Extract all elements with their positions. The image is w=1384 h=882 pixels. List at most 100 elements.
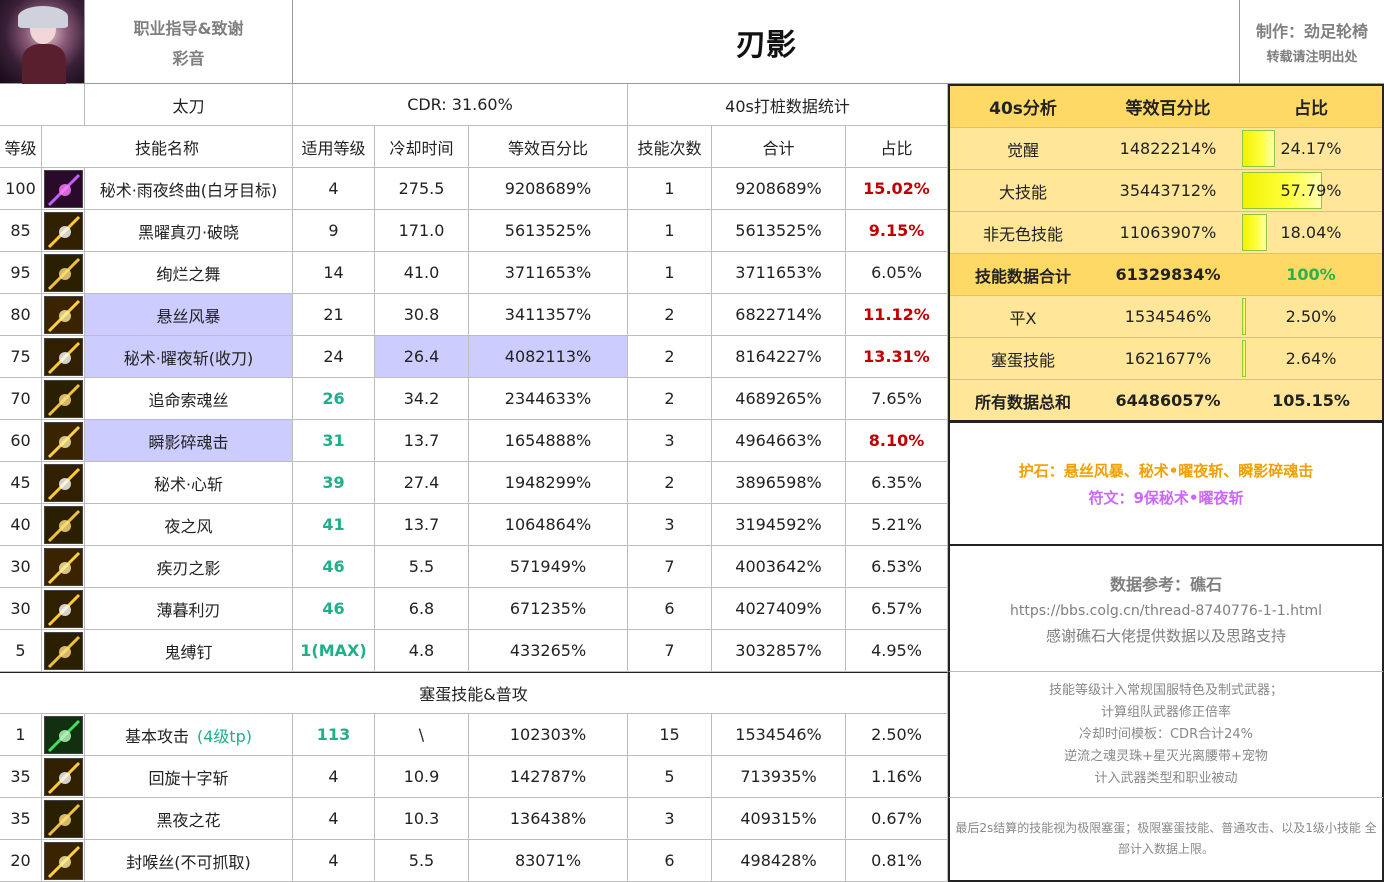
skill-share: 6.35% [846, 462, 948, 504]
dance-icon [44, 254, 83, 292]
skill-applicable-level: 39 [293, 462, 375, 504]
filler-name-text: 封喉丝(不可抓取) [126, 852, 251, 872]
weapon-type: 太刀 [85, 84, 293, 126]
analysis-share-text: 2.50% [1285, 307, 1337, 326]
share-bar [1242, 214, 1267, 251]
filler-name: 回旋十字斩 [85, 756, 293, 798]
analysis-header-value: 等效百分比 [1096, 86, 1240, 128]
filler-cooldown: \ [375, 714, 469, 756]
analysis-label: 觉醒 [950, 128, 1096, 170]
skill-applicable-level: 1(MAX) [293, 630, 375, 672]
analysis-total-share: 100% [1240, 254, 1382, 296]
analysis-header-share-text: 占比 [1294, 99, 1328, 119]
skill-name: 追命索魂丝 [85, 378, 293, 420]
note-line: 计入武器类型和职业被动 [1094, 770, 1238, 786]
skill-total: 8164227% [712, 336, 846, 378]
filler-section-title: 塞蛋技能&普攻 [0, 672, 948, 714]
analysis-share: 57.79% [1240, 170, 1382, 212]
filler-total: 1534546% [712, 714, 846, 756]
analysis-share: 2.64% [1240, 338, 1382, 380]
guide-name: 彩音 [172, 48, 205, 68]
skill-cast-count: 1 [628, 252, 712, 294]
skill-cooldown: 34.2 [375, 378, 469, 420]
skill-level: 100 [0, 168, 42, 210]
skill-equivalent-pct: 4082113% [469, 336, 628, 378]
analysis-value: 14822214% [1096, 128, 1240, 170]
skill-share: 6.57% [846, 588, 948, 630]
share-bar [1242, 340, 1246, 377]
skill-cast-count: 1 [628, 210, 712, 252]
analysis-total-value-text: 61329834% [1115, 265, 1221, 284]
filler-equivalent-pct: 136438% [469, 798, 628, 840]
grand-total-share-text: 105.15% [1272, 391, 1350, 410]
filler-name-text: 黑夜之花 [156, 810, 221, 830]
analysis-value: 11063907% [1096, 212, 1240, 254]
skill-level: 80 [0, 294, 42, 336]
filler-equivalent-pct: 142787% [469, 756, 628, 798]
dusk-blade-icon [44, 590, 83, 628]
author: 制作：劲足轮椅 [1255, 22, 1368, 41]
analysis-share: 2.50% [1240, 296, 1382, 338]
skill-name: 疾刃之影 [85, 546, 293, 588]
skill-cooldown: 275.5 [375, 168, 469, 210]
skill-applicable-level: 46 [293, 546, 375, 588]
analysis-share-text: 57.79% [1280, 181, 1342, 200]
col-share: 占比 [846, 126, 948, 168]
skill-share: 4.95% [846, 630, 948, 672]
skill-name: 绚烂之舞 [85, 252, 293, 294]
throat-thread-icon [44, 842, 83, 880]
skill-equivalent-pct: 3411357% [469, 294, 628, 336]
storm-icon [44, 296, 83, 334]
skill-cooldown: 30.8 [375, 294, 469, 336]
analysis-value-text: 35443712% [1119, 181, 1217, 200]
skill-total: 9208689% [712, 168, 846, 210]
skill-total: 4964663% [712, 420, 846, 462]
skill-total: 3896598% [712, 462, 846, 504]
skill-cooldown: 13.7 [375, 420, 469, 462]
skill-level: 85 [0, 210, 42, 252]
analysis-label-text: 平X [1009, 308, 1037, 328]
skill-applicable-level: 21 [293, 294, 375, 336]
skill-share: 5.21% [846, 504, 948, 546]
analysis-panel: 40s分析 等效百分比 占比 觉醒 14822214% 24.17% 大技能 35443712… [948, 84, 1384, 422]
skill-equivalent-pct: 2344633% [469, 378, 628, 420]
skill-cooldown: 13.7 [375, 504, 469, 546]
rune-note: 符文：9保秘术•曜夜斩 [1088, 488, 1244, 507]
filler-share: 0.67% [846, 798, 948, 840]
analysis-label-text: 非无色技能 [982, 224, 1063, 244]
skill-applicable-level: 4 [293, 168, 375, 210]
skill-applicable-level: 26 [293, 378, 375, 420]
character-portrait [0, 0, 85, 84]
note-line: 冷却时间模板：CDR合计24% [1078, 726, 1253, 742]
tp-level-tag: (4级tp) [196, 726, 253, 746]
analysis-header-label: 40s分析 [950, 86, 1096, 128]
basic-attack-icon [44, 716, 83, 754]
reference-box: 数据参考：礁石 https://bbs.colg.cn/thread-87407… [948, 546, 1384, 672]
grand-total-label-text: 所有数据总和 [974, 392, 1071, 412]
filler-share: 1.16% [846, 756, 948, 798]
skill-level: 75 [0, 336, 42, 378]
filler-cast-count: 3 [628, 798, 712, 840]
skill-equivalent-pct: 1654888% [469, 420, 628, 462]
skill-cast-count: 1 [628, 168, 712, 210]
filler-total: 713935% [712, 756, 846, 798]
filler-name: 封喉丝(不可抓取) [85, 840, 293, 882]
skill-applicable-level: 31 [293, 420, 375, 462]
col-cast-count: 技能次数 [628, 126, 712, 168]
analysis-header-label-text: 40s分析 [989, 99, 1057, 119]
skill-name: 秘术·雨夜终曲(白牙目标) [85, 168, 293, 210]
analysis-value-text: 14822214% [1119, 139, 1217, 158]
filler-total: 409315% [712, 798, 846, 840]
skill-total: 5613525% [712, 210, 846, 252]
skill-total: 4027409% [712, 588, 846, 630]
analysis-share-text: 24.17% [1280, 139, 1342, 158]
skill-equivalent-pct: 433265% [469, 630, 628, 672]
analysis-value: 1534546% [1096, 296, 1240, 338]
analysis-share-text: 18.04% [1280, 223, 1342, 242]
skill-share: 7.65% [846, 378, 948, 420]
analysis-label: 塞蛋技能 [950, 338, 1096, 380]
stone-rune-box: 护石：悬丝风暴、秘术•曜夜斩、瞬影碎魂击 符文：9保秘术•曜夜斩 [948, 420, 1384, 546]
skill-total: 6822714% [712, 294, 846, 336]
reference-url[interactable]: https://bbs.colg.cn/thread-8740776-1-1.h… [1010, 603, 1322, 619]
analysis-label-text: 塞蛋技能 [990, 350, 1055, 370]
